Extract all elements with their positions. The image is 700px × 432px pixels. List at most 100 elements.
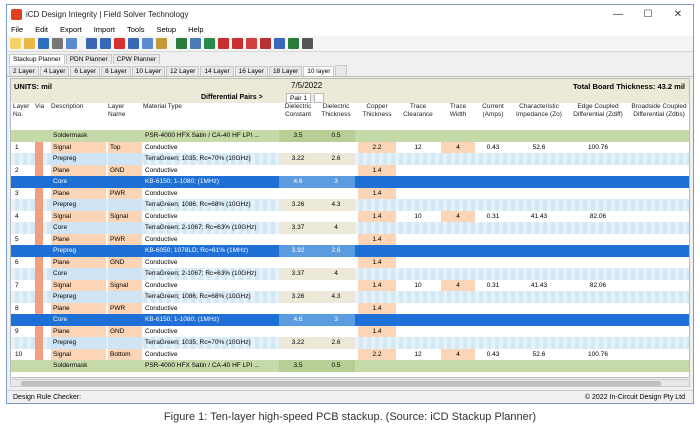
table-row[interactable]: Core KB-6150; 1-1080; (1MHz) 4.6 3 (11, 314, 689, 326)
cell-layer-name[interactable]: Signal (108, 279, 142, 291)
tab-layer-9[interactable]: 10 layer (303, 66, 335, 76)
cell-current[interactable] (477, 337, 509, 349)
cell-current[interactable] (477, 199, 509, 211)
cell-layer-name[interactable] (108, 360, 142, 372)
cell-thickness[interactable]: 2.6 (317, 337, 355, 349)
table-icon[interactable] (288, 38, 299, 49)
table-row[interactable]: Prepreg TerraGreen; 1086; Rc=68% (10GHz) 3… (11, 291, 689, 303)
cell-clearance[interactable] (399, 222, 437, 234)
cell-zdiff[interactable] (569, 314, 627, 326)
cell-trace-width[interactable] (441, 176, 475, 188)
table-row[interactable]: 9 Plane GND Conductive 1.4 (11, 325, 689, 338)
cell-zdiff[interactable] (569, 176, 627, 188)
cell-layer-name[interactable]: PWR (108, 187, 142, 199)
cell-clearance[interactable] (399, 268, 437, 280)
cell-thickness[interactable] (317, 165, 355, 177)
cell-current[interactable] (477, 222, 509, 234)
cell-clearance[interactable] (399, 326, 437, 338)
copy-icon[interactable] (142, 38, 153, 49)
cell-clearance[interactable]: 12 (399, 349, 437, 361)
cell-zo[interactable]: 52.6 (511, 349, 567, 361)
cell-trace-width[interactable] (441, 234, 475, 246)
cell-layer-no[interactable]: 1 (13, 142, 33, 154)
cell-dk[interactable]: 4.6 (279, 314, 317, 326)
cell-zdiff[interactable] (569, 153, 627, 165)
cell-clearance[interactable] (399, 291, 437, 303)
cell-layer-no[interactable] (13, 130, 33, 142)
cell-trace-width[interactable] (441, 257, 475, 269)
cell-zdiff[interactable]: 100.76 (569, 349, 627, 361)
cell-thickness[interactable]: 3 (317, 314, 355, 326)
cell-copper[interactable] (358, 268, 396, 280)
col-dielectric-thickness[interactable]: Dielectric Thickness (317, 103, 355, 129)
tab-layer-6[interactable]: 14 Layer (200, 66, 234, 76)
cell-thickness[interactable]: 0.5 (317, 130, 355, 142)
close-button[interactable]: ✕ (663, 5, 693, 23)
cell-description[interactable]: Prepreg (51, 291, 106, 303)
tab-layer-5[interactable]: 12 Layer (166, 66, 200, 76)
cell-clearance[interactable] (399, 234, 437, 246)
cell-material[interactable]: Conductive (143, 234, 277, 246)
cell-dk[interactable]: 3.5 (279, 360, 317, 372)
cell-description[interactable]: Signal (51, 348, 106, 360)
cell-zo[interactable] (511, 165, 567, 177)
cell-layer-no[interactable] (13, 222, 33, 234)
cell-clearance[interactable]: 10 (399, 211, 437, 223)
cell-layer-no[interactable]: 7 (13, 280, 33, 292)
paste-icon[interactable] (156, 38, 167, 49)
table-row[interactable]: 7 Signal Signal Conductive 1.4 10 4 0.31 41.43 82… (11, 279, 689, 292)
cell-trace-width[interactable] (441, 337, 475, 349)
add-pair-icon[interactable] (314, 93, 324, 103)
add-layer-tab-icon[interactable] (335, 65, 348, 76)
cell-current[interactable] (477, 153, 509, 165)
table-row[interactable]: 2 Plane GND Conductive 1.4 (11, 164, 689, 177)
cell-current[interactable] (477, 188, 509, 200)
cell-thickness[interactable]: 2.6 (317, 153, 355, 165)
cell-dk[interactable]: 3.5 (279, 130, 317, 142)
cell-copper[interactable] (358, 360, 396, 372)
cell-layer-name[interactable]: Bottom (108, 348, 142, 360)
cell-clearance[interactable]: 12 (399, 142, 437, 154)
chart-icon-3[interactable] (260, 38, 271, 49)
cell-layer-no[interactable]: 4 (13, 211, 33, 223)
cell-current[interactable]: 0.43 (477, 349, 509, 361)
cell-clearance[interactable] (399, 153, 437, 165)
cell-zo[interactable]: 52.6 (511, 142, 567, 154)
cell-zdiff[interactable] (569, 234, 627, 246)
tab-layer-1[interactable]: 4 Layer (39, 66, 70, 76)
cell-zo[interactable]: 41.43 (511, 280, 567, 292)
cell-description[interactable]: Prepreg (51, 153, 106, 165)
cell-material[interactable]: Conductive (143, 280, 277, 292)
cell-current[interactable] (477, 314, 509, 326)
menu-export[interactable]: Export (60, 25, 82, 34)
cell-current[interactable] (477, 130, 509, 142)
cell-zdiff[interactable] (569, 257, 627, 269)
col-layer-no[interactable]: Layer No. (13, 103, 33, 129)
minimize-button[interactable]: — (603, 5, 633, 23)
cell-current[interactable] (477, 257, 509, 269)
cell-zdiff[interactable] (569, 360, 627, 372)
cell-material[interactable]: Conductive (143, 349, 277, 361)
cell-material[interactable]: TerraGreen; 1086; Rc=68% (10GHz) (143, 291, 277, 303)
tab-layer-3[interactable]: 8 Layer (101, 66, 131, 76)
cell-thickness[interactable]: 4.3 (317, 199, 355, 211)
cell-trace-width[interactable]: 4 (441, 279, 475, 291)
graph-icon-2[interactable] (218, 38, 229, 49)
cell-material[interactable]: PSR-4000 HFX Satin / CA-40 HF LPI ... (143, 130, 277, 142)
cell-layer-name[interactable]: Signal (108, 210, 142, 222)
tab-layer-7[interactable]: 16 Layer (234, 66, 268, 76)
cell-zdiff[interactable] (569, 188, 627, 200)
cell-material[interactable]: Conductive (143, 165, 277, 177)
cell-layer-name[interactable] (108, 268, 142, 280)
cell-trace-width[interactable] (441, 165, 475, 177)
cell-material[interactable]: Conductive (143, 326, 277, 338)
tab-layer-8[interactable]: 18 Layer (268, 66, 303, 76)
cell-thickness[interactable]: 4 (317, 222, 355, 234)
cell-layer-no[interactable]: 2 (13, 165, 33, 177)
cell-copper[interactable] (358, 245, 396, 257)
cell-layer-name[interactable] (108, 245, 142, 257)
cell-trace-width[interactable]: 4 (441, 348, 475, 360)
col-copper-thickness[interactable]: Copper Thickness (358, 103, 396, 129)
cell-dk[interactable] (279, 349, 317, 361)
tab-layer-0[interactable]: 2 Layer (9, 66, 39, 76)
